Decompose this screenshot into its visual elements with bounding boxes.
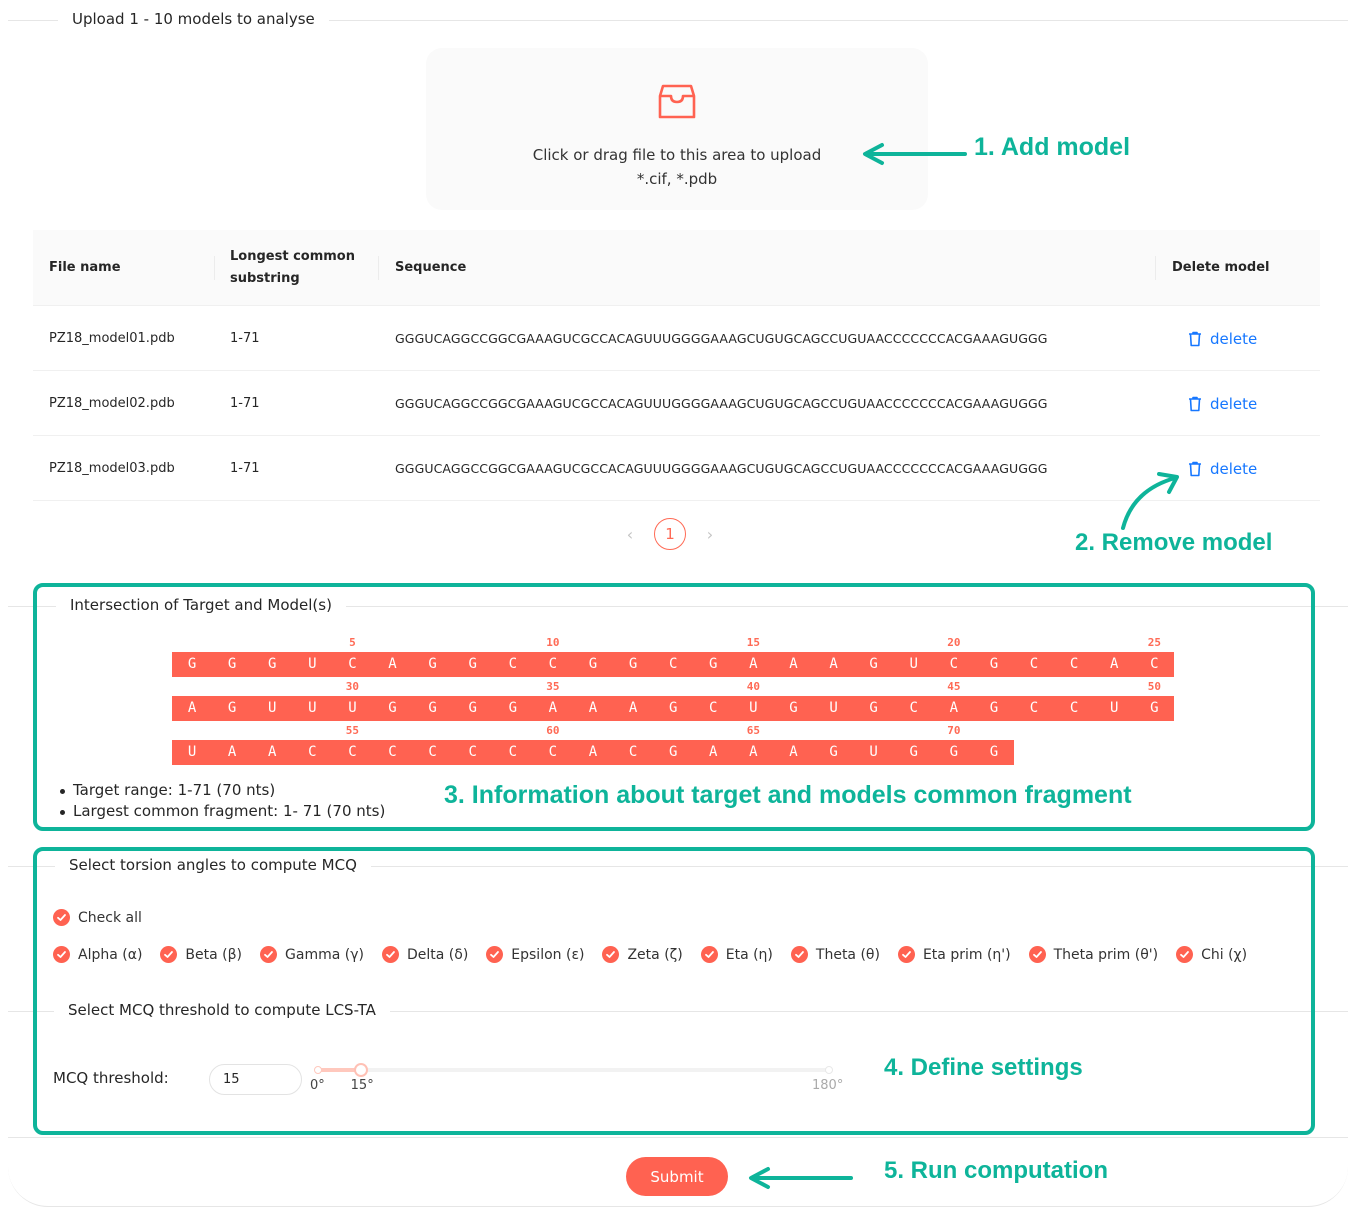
pagination: ‹ 1 › [620,518,720,550]
header-sequence: Sequence [395,260,467,275]
cell-lcs: 1-71 [230,331,260,346]
cell-sequence: GGGUCAGGCCGGCGAAAGUCGCCACAGUUUGGGGAAAGCU… [395,331,1048,346]
cell-lcs: 1-71 [230,461,260,476]
arrow-left-icon [863,143,967,165]
delete-label: delete [1210,329,1258,348]
delete-label: delete [1210,394,1258,413]
pagination-next[interactable]: › [700,525,720,544]
models-table: File name Longest common substring Seque… [33,230,1320,501]
inbox-icon [658,84,696,119]
header-separator [214,256,215,280]
table-row: PZ18_model02.pdb 1-71 GGGUCAGGCCGGCGAAAG… [33,371,1320,436]
header-delete-model: Delete model [1172,260,1270,275]
annotation-add-model: 1. Add model [974,133,1131,161]
delete-button[interactable]: delete [1188,330,1257,348]
trash-icon [1189,396,1201,411]
delete-label: delete [1210,459,1258,478]
header-separator [378,256,379,280]
trash-icon [1189,331,1201,346]
header-separator [1155,256,1156,280]
header-lcs-line2: substring [230,271,300,286]
cell-file-name: PZ18_model02.pdb [49,396,175,411]
header-longest-common-substring: Longest common substring [230,230,355,306]
arrow-left-icon [749,1167,853,1189]
annotation-remove-model: 2. Remove model [1075,529,1273,556]
pagination-page-1[interactable]: 1 [654,518,686,550]
header-lcs-line1: Longest common [230,249,355,264]
annotation-box-intersection [33,583,1315,831]
upload-section-title: Upload 1 - 10 models to analyse [58,10,329,28]
delete-button[interactable]: delete [1188,460,1257,478]
cell-file-name: PZ18_model03.pdb [49,461,175,476]
curved-arrow-icon [1121,472,1179,530]
upload-instruction: Click or drag file to this area to uploa… [532,146,822,164]
pagination-prev[interactable]: ‹ [620,525,640,544]
annotation-box-settings [33,847,1315,1135]
upload-file-types: *.cif, *.pdb [636,170,718,188]
upload-dropzone[interactable]: Click or drag file to this area to uploa… [426,48,928,210]
cell-sequence: GGGUCAGGCCGGCGAAAGUCGCCACAGUUUGGGGAAAGCU… [395,461,1048,476]
cell-lcs: 1-71 [230,396,260,411]
header-file-name: File name [49,260,121,275]
delete-button[interactable]: delete [1188,395,1257,413]
trash-icon [1189,461,1201,476]
annotation-run-computation: 5. Run computation [884,1157,1108,1184]
table-header: File name Longest common substring Seque… [33,230,1320,306]
cell-sequence: GGGUCAGGCCGGCGAAAGUCGCCACAGUUUGGGGAAAGCU… [395,396,1048,411]
submit-button[interactable]: Submit [626,1157,728,1196]
cell-file-name: PZ18_model01.pdb [49,331,175,346]
table-row: PZ18_model01.pdb 1-71 GGGUCAGGCCGGCGAAAG… [33,306,1320,371]
footer-divider [8,1137,1348,1138]
